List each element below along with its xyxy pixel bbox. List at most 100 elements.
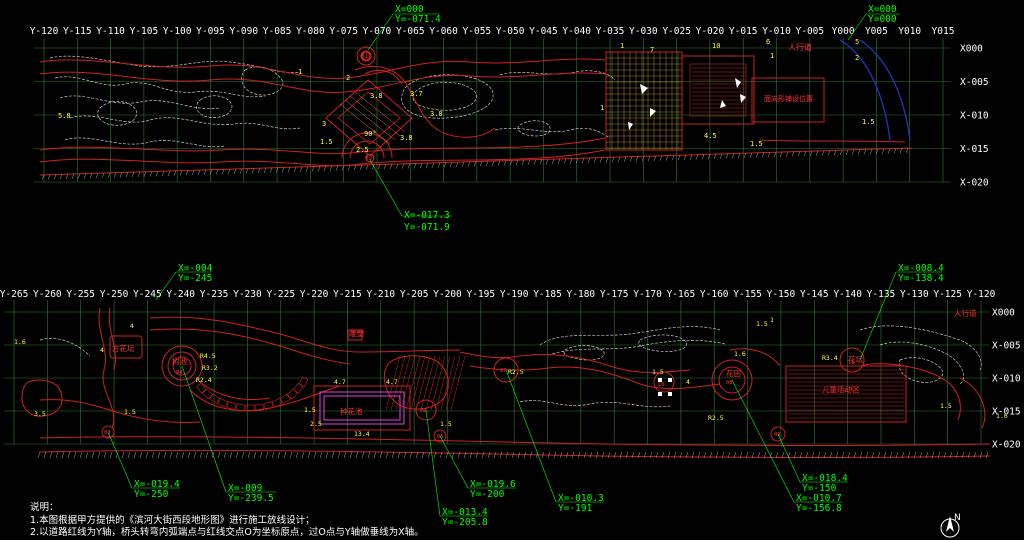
dim: 3.8 (400, 134, 413, 142)
y-axis-label: Y-045 (529, 26, 558, 37)
dim: 1.6 (14, 338, 26, 346)
dim: 1 (600, 104, 604, 112)
y-axis-label: Y-175 (600, 289, 629, 300)
dim: 1 (770, 52, 774, 60)
marker-label: 01 (361, 53, 369, 60)
y-axis-label: Y-190 (500, 289, 529, 300)
bottom-x-axis-labels: X000X-005X-010X-015X-020 (992, 308, 1021, 451)
dim: 13.4 (354, 430, 370, 438)
dim: 1.6 (734, 350, 746, 358)
dim: 4 (130, 322, 134, 330)
x-axis-label: X-005 (960, 77, 989, 88)
bottom-red-paths (21, 307, 991, 458)
notes-line-1: 1.本图根据甲方提供的《滨河大街西段地形图》进行施工放线设计； (30, 514, 315, 526)
dim: 7 (650, 46, 654, 54)
dim: 2.5 (356, 146, 369, 154)
y-axis-label: Y-035 (596, 26, 625, 37)
y-axis-label: Y-265 (0, 289, 28, 300)
north-label: N (954, 513, 961, 523)
y-axis-label: Y-015 (729, 26, 758, 37)
y-axis-label: Y-005 (796, 26, 825, 37)
top-red-paths (39, 46, 606, 167)
dim: 1.5 (750, 140, 763, 148)
y-axis-label: Y-105 (130, 26, 159, 37)
top-x-axis-labels: X000 X-005 X-010 X-015 X-020 (960, 44, 989, 189)
dim: 10 (712, 42, 720, 50)
flower-box-tag: 方花坛 (112, 343, 135, 353)
small-square-tag: 儿童活动区 (822, 384, 860, 394)
sculpture-tag: 雕塑 (349, 328, 364, 338)
north-arrow-icon: N (940, 513, 961, 538)
y-axis-label: Y-260 (33, 289, 62, 300)
x-axis-label: X000 (992, 308, 1015, 319)
top-walkway-tag: 人行道 (788, 42, 812, 52)
top-paving-tag: 面向形铺设位置 (764, 94, 813, 103)
flower-field-tag: 花田 (726, 368, 741, 378)
y-axis-label: Y-090 (229, 26, 258, 37)
dim: R4.5 (200, 352, 216, 360)
y-axis-label: Y-255 (66, 289, 95, 300)
dim: 4 (686, 378, 690, 386)
callout-y: Y=-138.4 (898, 273, 944, 284)
dim: 3.5 (34, 410, 46, 418)
y-axis-label: Y-180 (567, 289, 596, 300)
dim: R2.5 (508, 368, 524, 376)
y-axis-label: Y005 (865, 26, 888, 37)
y-axis-label: Y-130 (900, 289, 929, 300)
x-axis-label: X000 (960, 44, 983, 55)
marker-label: 10 (658, 382, 665, 388)
y-axis-label: Y-120 (30, 26, 59, 37)
y-axis-label: Y-065 (396, 26, 425, 37)
dim: 4 (100, 346, 104, 354)
y-axis-label: Y-195 (467, 289, 496, 300)
y-axis-label: Y-225 (266, 289, 295, 300)
callout-y: Y=-071.4 (395, 14, 441, 25)
dim: 1.5 (304, 406, 316, 414)
top-diamond-plaza (325, 79, 413, 157)
y-axis-label: Y-110 (96, 26, 125, 37)
y-axis-label: Y-100 (163, 26, 192, 37)
notes-title: 说明： (30, 502, 59, 513)
callout-y: Y=-205.8 (442, 517, 488, 528)
dim: 1.5 (940, 402, 952, 410)
y-axis-label: Y-070 (363, 26, 392, 37)
y-axis-label: Y-240 (166, 289, 195, 300)
y-axis-label: Y-145 (800, 289, 829, 300)
x-axis-label: X-005 (992, 341, 1021, 352)
top-contours (49, 55, 616, 148)
y-axis-label: Y-220 (300, 289, 329, 300)
dim: 6 (766, 38, 770, 46)
dim: 1.5 (124, 408, 136, 416)
tree-pool-tag: 树池 (172, 356, 187, 366)
callout-y: Y=-156.8 (796, 503, 842, 514)
dim: R3.2 (202, 364, 218, 372)
y-axis-label: Y-200 (433, 289, 462, 300)
callout-y: Y=-071.9 (404, 222, 450, 233)
x-axis-label: X-015 (960, 144, 989, 155)
dim: 5 (855, 38, 859, 46)
y-axis-label: Y-025 (662, 26, 691, 37)
x-axis-label: X-010 (960, 111, 989, 122)
callout-y: Y=-250 (134, 489, 169, 500)
bottom-dimensions: 4 4 1.6 3.5 1.5 R4.5 R3.2 R2.4 4.7 4.7 1… (14, 316, 1008, 438)
dim: 3.8 (370, 92, 383, 100)
y-axis-label: Y-125 (933, 289, 962, 300)
dim: 3.7 (410, 90, 423, 98)
planter-tag: 种花池 (340, 406, 363, 416)
dim: 4.7 (386, 378, 398, 386)
bottom-walkway-tag: 人行道 (954, 308, 977, 318)
dim: R3.4 (822, 354, 838, 362)
cad-drawing: Y-120 Y-115 Y-110 Y-105 Y-100 Y-095 Y-090 Y-085… (0, 4, 1021, 528)
y-axis-label: Y-060 (429, 26, 458, 37)
x-axis-label: X-020 (960, 178, 989, 189)
y-axis-label: Y-095 (196, 26, 225, 37)
marker-label: 04 (176, 370, 183, 376)
y-axis-label: Y-140 (833, 289, 862, 300)
callout-y: Y=-245 (178, 273, 212, 284)
callout-y: Y=-200 (470, 489, 505, 500)
dim: 3 (322, 120, 326, 128)
y-axis-label: Y-120 (967, 289, 996, 300)
dim: 1.5 (756, 320, 768, 328)
dim: 4.7 (334, 378, 346, 386)
dim: 2 (855, 54, 859, 62)
